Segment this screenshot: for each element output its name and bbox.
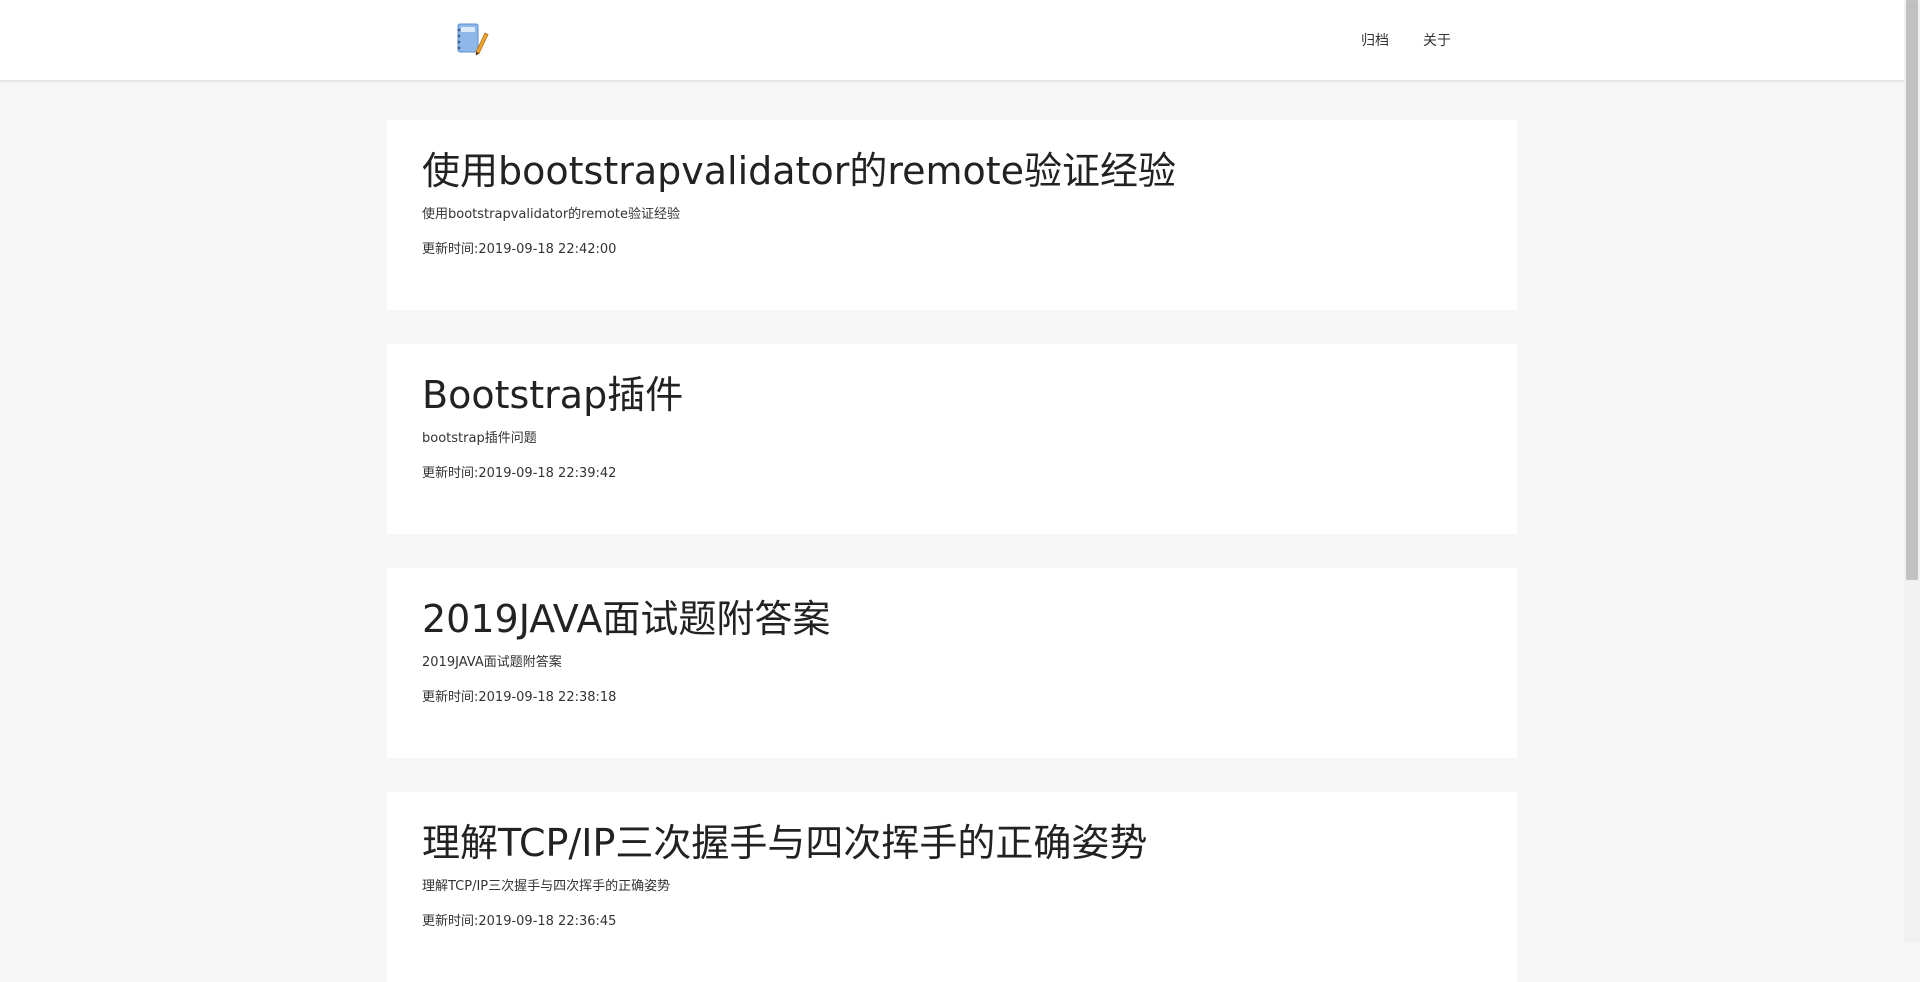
post-list: 使用bootstrapvalidator的remote验证经验 使用bootst… bbox=[0, 80, 1904, 982]
post-summary: 2019JAVA面试题附答案 bbox=[422, 655, 562, 670]
post-title[interactable]: 2019JAVA面试题附答案 bbox=[422, 596, 830, 642]
nav-about-link[interactable]: 关于 bbox=[1423, 30, 1451, 50]
post-updated-time: 更新时间:2019-09-18 22:38:18 bbox=[422, 690, 617, 705]
post-summary: bootstrap插件问题 bbox=[422, 431, 537, 446]
post-card: Bootstrap插件 bootstrap插件问题 更新时间:2019-09-1… bbox=[387, 344, 1517, 534]
top-header: 归档 关于 bbox=[0, 0, 1904, 80]
post-summary: 理解TCP/IP三次握手与四次挥手的正确姿势 bbox=[422, 879, 671, 894]
post-card: 理解TCP/IP三次握手与四次挥手的正确姿势 理解TCP/IP三次握手与四次挥手… bbox=[387, 792, 1517, 982]
post-card: 2019JAVA面试题附答案 2019JAVA面试题附答案 更新时间:2019-… bbox=[387, 568, 1517, 758]
post-summary: 使用bootstrapvalidator的remote验证经验 bbox=[422, 207, 680, 222]
scrollbar-thumb[interactable] bbox=[1906, 0, 1918, 580]
post-title[interactable]: 理解TCP/IP三次握手与四次挥手的正确姿势 bbox=[422, 820, 1147, 866]
post-title[interactable]: Bootstrap插件 bbox=[422, 372, 683, 418]
post-updated-time: 更新时间:2019-09-18 22:39:42 bbox=[422, 466, 617, 481]
nav-archive-link[interactable]: 归档 bbox=[1361, 30, 1389, 50]
post-updated-time: 更新时间:2019-09-18 22:42:00 bbox=[422, 242, 617, 257]
notebook-pencil-icon[interactable] bbox=[452, 20, 492, 60]
vertical-scrollbar[interactable] bbox=[1904, 0, 1920, 942]
post-card: 使用bootstrapvalidator的remote验证经验 使用bootst… bbox=[387, 120, 1517, 310]
post-title[interactable]: 使用bootstrapvalidator的remote验证经验 bbox=[422, 148, 1176, 194]
post-updated-time: 更新时间:2019-09-18 22:36:45 bbox=[422, 914, 617, 929]
